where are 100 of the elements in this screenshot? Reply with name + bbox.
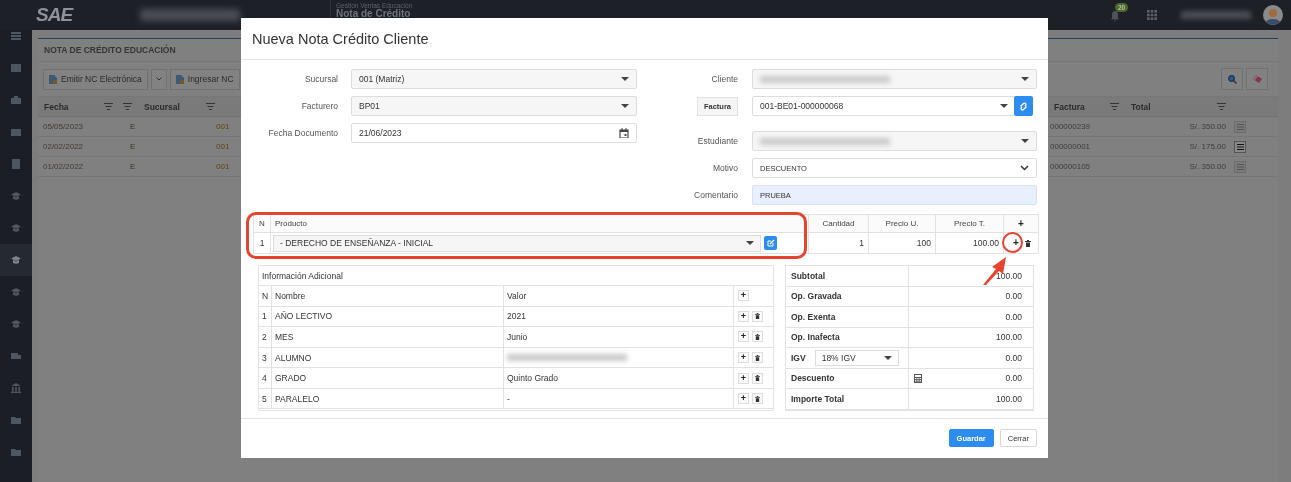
total-value: 100.00 (996, 393, 1022, 404)
total-label: Op. Gravada (791, 291, 842, 302)
add-button[interactable]: + (738, 393, 749, 405)
add-button[interactable]: + (1016, 218, 1026, 229)
highlight-circle (1002, 232, 1023, 253)
field-label: Motivo (711, 163, 738, 173)
field-label: Comentario (693, 190, 738, 200)
filter-icon[interactable] (104, 103, 113, 110)
select-field[interactable] (752, 69, 1037, 89)
table-cell: AÑO LECTIVO (272, 306, 504, 328)
row-menu-button[interactable] (1234, 140, 1246, 153)
add-button[interactable]: + (738, 331, 749, 343)
toolbar-button[interactable]: Emitir NC Electrónica (43, 68, 148, 90)
total-value: 0.00 (1005, 291, 1022, 302)
table-cell: 2021 (504, 306, 734, 328)
total-value: 100.00 (996, 332, 1022, 343)
table-cell: 100 (869, 233, 936, 253)
table-cell-text: 01/02/2022 (43, 162, 85, 171)
toolbar-button[interactable]: Ingresar NC (169, 68, 240, 90)
delete-button[interactable] (752, 393, 763, 405)
filter-icon[interactable] (123, 103, 132, 110)
calculator-icon[interactable] (914, 373, 922, 383)
bank-icon (11, 383, 21, 393)
add-button[interactable]: + (738, 310, 749, 322)
delete-button[interactable] (752, 372, 763, 384)
table-cell: - (504, 388, 734, 410)
column-header: Fecha (44, 101, 70, 112)
select-field[interactable]: 001 (Matriz) (351, 69, 637, 89)
table-cell: ALUMNO (272, 347, 504, 369)
caret-icon (621, 104, 629, 108)
cap-icon (11, 287, 21, 297)
cap-icon (11, 255, 21, 265)
tax-select[interactable]: 18% IGV (814, 349, 899, 366)
product-select[interactable]: - DERECHO DE ENSEÑANZA - INICIAL (273, 234, 761, 252)
filter-icon[interactable] (1217, 103, 1226, 110)
search-button[interactable] (1221, 68, 1243, 90)
sidebar-item[interactable] (0, 244, 32, 276)
dialog-title: Nueva Nota Crédito Cliente (241, 18, 1048, 60)
filter-icon[interactable] (1110, 103, 1119, 110)
folder-icon (11, 415, 21, 425)
logo: SAE (36, 4, 75, 26)
add-button[interactable]: + (1011, 238, 1021, 248)
select-field[interactable]: BP01 (351, 96, 637, 116)
table-cell-text: 05/05/2023 (43, 122, 85, 131)
trash-icon (755, 375, 760, 382)
trash-icon (755, 395, 760, 402)
truck-icon (11, 351, 21, 361)
apps-grid-icon[interactable] (1147, 10, 1157, 20)
caret-icon (746, 241, 754, 245)
search-icon (1227, 74, 1237, 84)
menu-icon (1236, 143, 1244, 150)
chevron-icon (1020, 165, 1029, 171)
trash-icon[interactable] (1024, 239, 1031, 247)
add-button[interactable]: + (738, 352, 749, 363)
document-icon (175, 74, 184, 84)
column-header: Valor (504, 286, 734, 307)
column-header: Nombre (272, 286, 504, 307)
table-cell-text: E (130, 162, 137, 171)
total-label: Op. Exenta (791, 311, 836, 322)
column-header: Factura (1054, 101, 1086, 112)
calendar-icon (619, 128, 629, 138)
menu-icon (1236, 123, 1244, 130)
total-value: 0.00 (1005, 352, 1022, 363)
table-cell: 4 (259, 368, 272, 389)
column-header: Total (1131, 101, 1152, 112)
table-cell: 100.00 (936, 233, 1004, 253)
column-header: Producto (271, 215, 809, 233)
menu-icon (1236, 163, 1244, 170)
column-header: Cantidad (809, 215, 869, 233)
caret-icon (883, 355, 892, 360)
date-field[interactable]: 21/06/2023 (351, 123, 637, 143)
bell-icon[interactable] (1109, 10, 1121, 22)
column-header: Precio U. (869, 215, 936, 233)
total-label: Descuento (791, 373, 835, 384)
table-title: Información Adicional (259, 266, 773, 286)
page-title: Nota de Crédito (336, 9, 411, 18)
add-button[interactable]: + (738, 290, 749, 302)
table-cell: 001 (216, 162, 230, 171)
table-cell: GRADO (272, 368, 504, 389)
link-button[interactable] (1014, 96, 1033, 116)
select-field[interactable]: 001-BE01-000000068 (752, 96, 1016, 116)
filter-icon[interactable] (206, 103, 215, 110)
select-field[interactable] (752, 131, 1037, 151)
add-button[interactable]: + (738, 372, 749, 384)
table-cell-text: 000000105 (1050, 162, 1092, 171)
table-cell: MES (272, 327, 504, 348)
folder-icon (11, 447, 21, 457)
delete-button[interactable] (752, 310, 763, 322)
caret-icon (621, 77, 629, 81)
table-cell-text: 02/02/2022 (43, 142, 85, 151)
table-cell: 001 (216, 122, 230, 131)
delete-button[interactable] (752, 331, 763, 343)
avatar[interactable] (1263, 5, 1283, 25)
delete-button[interactable] (752, 352, 763, 363)
chevron-icon (155, 77, 162, 81)
table-cell: 5 (259, 388, 272, 410)
briefcase-icon (11, 95, 21, 105)
eraser-button[interactable] (1246, 68, 1268, 90)
column-header: Precio T. (936, 215, 1004, 233)
edit-button[interactable] (764, 236, 777, 250)
